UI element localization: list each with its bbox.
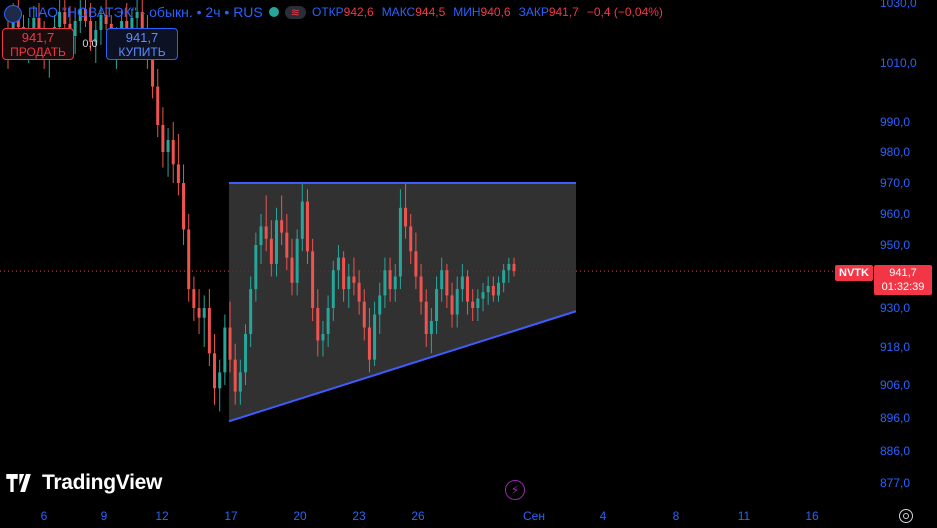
last-price-value: 941,7 [889, 267, 917, 279]
candle[interactable] [171, 122, 175, 183]
candle[interactable] [192, 276, 196, 322]
brand-name: TradingView [42, 471, 163, 494]
lightning-icon[interactable]: ⚡ [505, 480, 525, 500]
trade-panel: 941,7 ПРОДАТЬ 0,0 941,7 КУПИТЬ [2, 28, 178, 60]
low-label: МИН [453, 5, 481, 19]
symbol-icon[interactable] [4, 5, 22, 23]
price-tick-label: 896,0 [880, 411, 910, 425]
price-tick-label: 990,0 [880, 115, 910, 129]
symbol-legend: ПАО "НОВАТЭК" - обыкн. • 2ч • RUS ≋ ОТКР… [4, 3, 663, 23]
sell-button[interactable]: 941,7 ПРОДАТЬ [2, 28, 74, 60]
triangle-pattern-fill[interactable] [229, 183, 576, 422]
spread-value: 0,0 [82, 38, 98, 50]
price-chart[interactable]: 1030,01010,0990,0980,0970,0960,0950,0930… [0, 0, 937, 528]
ohlc-values: ОТКР942,6 МАКС944,5 МИН940,6 ЗАКР941,7 −… [312, 5, 663, 19]
high-label: МАКС [381, 5, 416, 19]
tradingview-logo[interactable]: TradingView [6, 471, 162, 495]
price-tick-label: 960,0 [880, 207, 910, 221]
candle[interactable] [176, 134, 180, 196]
time-tick-label: 26 [411, 509, 425, 523]
price-tick-label: 906,0 [880, 378, 910, 392]
candle[interactable] [187, 214, 191, 302]
settings-icon[interactable] [899, 509, 913, 523]
candle[interactable] [166, 128, 170, 177]
tradingview-logo-icon [6, 474, 31, 492]
time-tick-label: 8 [673, 509, 680, 523]
time-tick-label: 23 [352, 509, 366, 523]
candle[interactable] [218, 359, 222, 412]
time-tick-label: 4 [600, 509, 607, 523]
price-tick-label: 930,0 [880, 301, 910, 315]
time-tick-label: Сен [523, 509, 545, 523]
open-label: ОТКР [311, 5, 344, 19]
time-tick-label: 9 [101, 509, 108, 523]
price-axis[interactable]: 1030,0 1010,0 990,0 980,0 970,0 960,0 950,0 930… [880, 0, 917, 490]
price-tick-label: 950,0 [880, 238, 910, 252]
close-value: 941,7 [548, 5, 579, 19]
candle[interactable] [161, 107, 165, 168]
symbol-price-tag: NVTK [835, 265, 873, 281]
candle[interactable] [207, 289, 211, 366]
sell-label: ПРОДАТЬ [10, 45, 66, 59]
buy-button[interactable]: 941,7 КУПИТЬ [106, 28, 178, 60]
candle[interactable] [202, 295, 206, 347]
price-tick-label: 1030,0 [880, 0, 917, 10]
time-axis[interactable]: 6 9 12 17 20 23 26 Сен 4 8 11 16 [41, 509, 819, 523]
candle[interactable] [223, 314, 227, 386]
sell-price: 941,7 [21, 30, 55, 45]
price-tick-label: 918,0 [880, 340, 910, 354]
time-tick-label: 6 [41, 509, 48, 523]
data-pill[interactable]: ≋ [284, 5, 306, 19]
time-tick-label: 12 [155, 509, 169, 523]
time-tick-label: 20 [293, 509, 307, 523]
low-value: 940,6 [480, 5, 511, 19]
candle[interactable] [213, 334, 217, 405]
price-tick-label: 877,0 [880, 476, 910, 490]
buy-label: КУПИТЬ [118, 45, 166, 59]
bar-countdown: 01:32:39 [881, 281, 925, 293]
open-value: 942,6 [343, 5, 374, 19]
time-tick-label: 11 [738, 509, 751, 523]
price-tick-label: 980,0 [880, 145, 910, 159]
symbol-title[interactable]: ПАО "НОВАТЭК" - обыкн. • 2ч • RUS [28, 4, 263, 20]
price-tick-label: 1010,0 [880, 56, 917, 70]
change-value: −0,4 (−0,04%) [586, 5, 663, 19]
candle[interactable] [156, 68, 160, 137]
price-tick-label: 886,0 [880, 444, 910, 458]
last-price-tag: 941,7 01:32:39 [874, 265, 932, 295]
price-tick-label: 970,0 [880, 176, 910, 190]
buy-price: 941,7 [125, 30, 159, 45]
candle[interactable] [182, 164, 186, 245]
close-label: ЗАКР [518, 5, 549, 19]
market-status-icon[interactable] [268, 7, 279, 17]
high-value: 944,5 [415, 5, 446, 19]
time-tick-label: 17 [224, 509, 238, 523]
candle[interactable] [197, 289, 201, 334]
time-tick-label: 16 [805, 509, 819, 523]
